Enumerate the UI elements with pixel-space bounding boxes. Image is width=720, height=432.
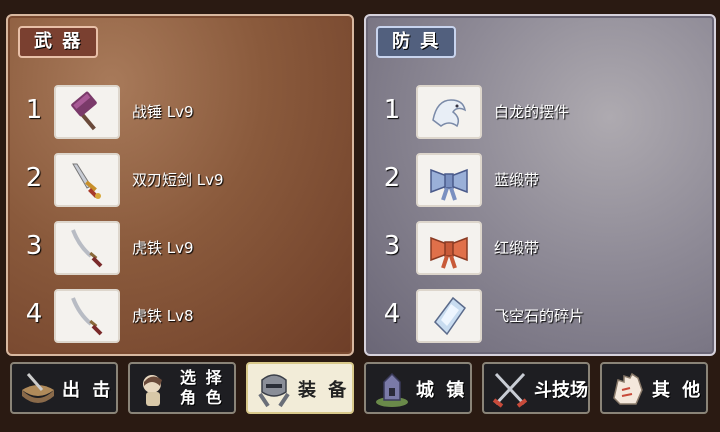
dagger-icon <box>54 153 120 207</box>
item-number: 2 <box>383 163 401 193</box>
armor-item-1[interactable]: 1 白龙的摆件 <box>366 83 714 143</box>
item-name: 虎铁 Lv9 <box>132 239 194 257</box>
item-name: 白龙的摆件 <box>494 103 570 121</box>
town-icon <box>372 370 412 408</box>
item-name: 双刃短剑 Lv9 <box>132 171 224 189</box>
item-number: 2 <box>25 163 43 193</box>
select-character-icon <box>136 370 176 408</box>
nav-label: 斗技场 <box>534 380 588 401</box>
weapon-item-4[interactable]: 4 虎铁 Lv8 <box>8 287 352 347</box>
nav-label-line2: 角 色 <box>180 388 224 407</box>
armor-item-2[interactable]: 2 蓝缎带 <box>366 151 714 211</box>
weapons-title: 武 器 <box>18 26 99 58</box>
nav-label-line1: 选 择 <box>180 368 224 387</box>
weapons-panel: 武 器 1 战锤 Lv9 2 双刃短剑 Lv9 3 虎铁 Lv9 4 虎铁 Lv… <box>6 14 354 356</box>
nav-equipment-button[interactable]: 装 备 <box>246 362 354 414</box>
item-number: 3 <box>383 231 401 261</box>
armor-item-4[interactable]: 4 飞空石的碎片 <box>366 287 714 347</box>
other-icon <box>608 370 648 408</box>
nav-town-button[interactable]: 城 镇 <box>364 362 472 414</box>
nav-label: 其 他 <box>652 380 704 401</box>
item-name: 飞空石的碎片 <box>494 307 585 325</box>
nav-label: 选 择 角 色 <box>180 368 234 408</box>
item-name: 蓝缎带 <box>494 171 540 189</box>
item-number: 1 <box>383 95 401 125</box>
item-number: 1 <box>25 95 43 125</box>
item-name: 红缎带 <box>494 239 540 257</box>
nav-label: 城 镇 <box>416 380 468 401</box>
war-hammer-icon <box>54 85 120 139</box>
blue-ribbon-icon <box>416 153 482 207</box>
katana-icon <box>54 289 120 343</box>
item-number: 4 <box>383 299 401 329</box>
weapon-item-3[interactable]: 3 虎铁 Lv9 <box>8 219 352 279</box>
nav-label: 出 击 <box>62 380 114 401</box>
nav-label: 装 备 <box>298 380 350 401</box>
white-dragon-ornament-icon <box>416 85 482 139</box>
crystal-shard-icon <box>416 289 482 343</box>
nav-other-button[interactable]: 其 他 <box>600 362 708 414</box>
equipment-icon <box>254 370 294 408</box>
katana-icon <box>54 221 120 275</box>
item-name: 虎铁 Lv8 <box>132 307 194 325</box>
armor-item-3[interactable]: 3 红缎带 <box>366 219 714 279</box>
weapon-item-1[interactable]: 1 战锤 Lv9 <box>8 83 352 143</box>
item-number: 3 <box>25 231 43 261</box>
arena-icon <box>490 370 530 408</box>
nav-arena-button[interactable]: 斗技场 <box>482 362 590 414</box>
item-number: 4 <box>25 299 43 329</box>
nav-sortie-button[interactable]: 出 击 <box>10 362 118 414</box>
nav-select-character-button[interactable]: 选 择 角 色 <box>128 362 236 414</box>
armor-panel: 防 具 1 白龙的摆件 2 蓝缎带 3 红缎带 4 飞空石的碎片 <box>364 14 716 356</box>
item-name: 战锤 Lv9 <box>132 103 194 121</box>
weapon-item-2[interactable]: 2 双刃短剑 Lv9 <box>8 151 352 211</box>
red-ribbon-icon <box>416 221 482 275</box>
sortie-icon <box>18 370 58 408</box>
bottom-nav-bar: 出 击 选 择 角 色 装 备 城 镇 斗技场 其 他 <box>0 360 720 432</box>
armor-title: 防 具 <box>376 26 457 58</box>
